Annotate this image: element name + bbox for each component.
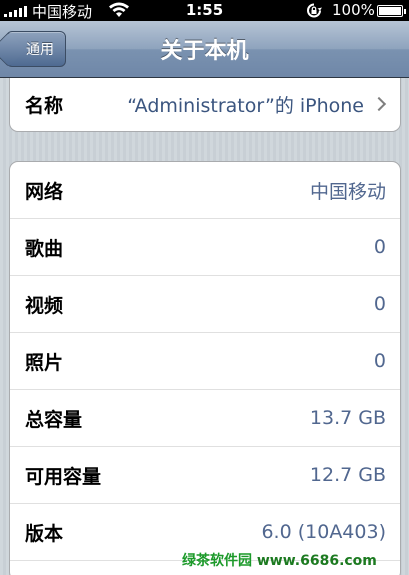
- info-row-available: 可用容量 12.7 GB: [10, 447, 400, 504]
- info-row-capacity: 总容量 13.7 GB: [10, 390, 400, 447]
- device-name-value: “Administrator”的 iPhone: [127, 94, 364, 117]
- info-row-photos: 照片 0: [10, 333, 400, 390]
- info-value: 0: [373, 293, 386, 315]
- info-label: 照片: [25, 351, 64, 374]
- name-row[interactable]: 名称 “Administrator”的 iPhone: [10, 78, 400, 130]
- navigation-bar: 通用 关于本机: [0, 21, 409, 78]
- name-label: 名称: [25, 94, 64, 117]
- info-label: 视频: [25, 294, 64, 317]
- chevron-right-icon: [371, 96, 387, 112]
- info-value: 0: [373, 350, 386, 372]
- info-label: 可用容量: [25, 465, 102, 488]
- info-row-songs: 歌曲 0: [10, 219, 400, 276]
- status-bar: 中国移动 1:55 100%: [0, 0, 409, 21]
- watermark: 绿茶软件园 www.6686.com: [182, 550, 377, 570]
- info-row-videos: 视频 0: [10, 276, 400, 333]
- info-row-network: 网络 中国移动: [10, 162, 400, 219]
- watermark-url: www.6686.com: [256, 553, 377, 569]
- info-value: 0: [373, 236, 386, 258]
- info-label: 总容量: [25, 408, 83, 431]
- info-value: 中国移动: [309, 180, 386, 203]
- name-group: 名称 “Administrator”的 iPhone: [9, 78, 401, 132]
- rotation-lock-icon: [307, 3, 322, 18]
- info-label: 歌曲: [25, 237, 64, 260]
- battery-percentage: 100%: [332, 1, 375, 19]
- info-value: 6.0 (10A403): [261, 521, 386, 543]
- info-label: 网络: [25, 180, 64, 203]
- info-value: 13.7 GB: [309, 407, 386, 429]
- info-label: 版本: [25, 522, 64, 545]
- info-group: 网络 中国移动 歌曲 0 视频 0 照片 0 总容量 13.7 GB 可用容量 …: [9, 161, 401, 575]
- battery-icon: [377, 5, 406, 17]
- info-value: 12.7 GB: [309, 464, 386, 486]
- watermark-brand: 绿茶软件园: [182, 553, 252, 569]
- page-title: 关于本机: [160, 39, 249, 64]
